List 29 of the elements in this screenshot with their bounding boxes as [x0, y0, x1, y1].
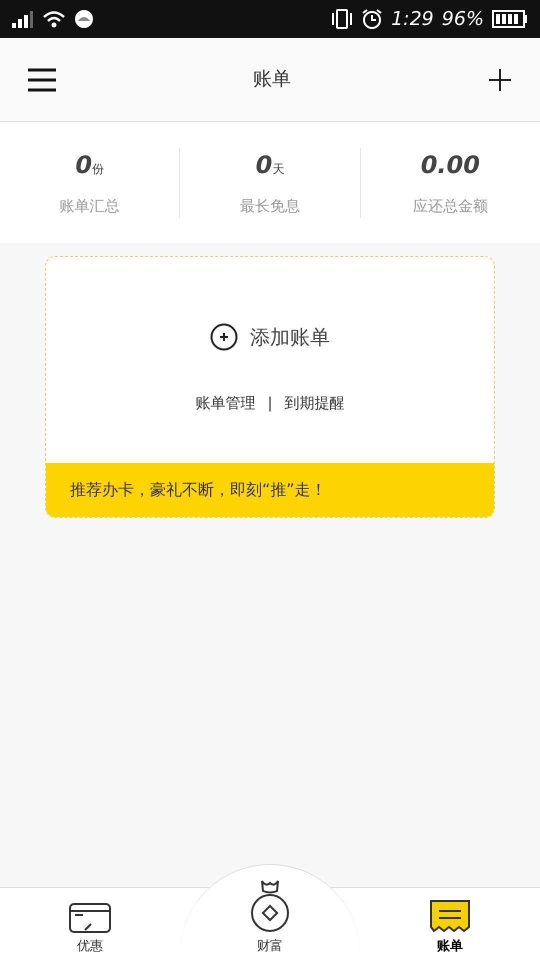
promo-banner[interactable]: 推荐办卡，豪礼不断，即刻“推”走！ — [46, 463, 494, 517]
wifi-icon — [42, 9, 66, 29]
bill-management-link[interactable]: 账单管理 — [195, 392, 256, 414]
stat-value: 0.00 — [420, 150, 480, 182]
link-separator: | — [267, 392, 273, 414]
battery-percent: 96% — [442, 6, 484, 32]
page-title: 账单 — [253, 67, 291, 92]
nav-tab[interactable]: 账单 — [360, 888, 540, 960]
battery-icon — [492, 10, 528, 28]
menu-button[interactable] — [28, 66, 56, 94]
nav-tab[interactable]: 优惠 — [0, 888, 180, 960]
signal-icon — [12, 10, 34, 28]
stat-label: 账单汇总 — [60, 196, 120, 218]
add-bill-button[interactable]: 添加账单 — [210, 322, 330, 352]
stat-label: 最长免息 — [240, 196, 300, 218]
stat-label: 应还总金额 — [412, 196, 488, 218]
plus-circle-icon — [210, 322, 238, 351]
clock-time: 1:29 — [391, 6, 434, 32]
stat-value: 0 — [75, 150, 92, 182]
due-reminder-link[interactable]: 到期提醒 — [284, 392, 345, 414]
alarm-clock-icon — [361, 8, 384, 30]
vibrate-icon — [331, 8, 354, 30]
receipt-icon — [429, 898, 471, 932]
add-button[interactable] — [488, 68, 512, 92]
globe-icon — [74, 9, 94, 29]
stat-unit: 份 — [92, 161, 104, 178]
card-icon — [69, 902, 111, 932]
stat-value: 0 — [256, 150, 272, 182]
stat-unit: 天 — [272, 161, 284, 178]
